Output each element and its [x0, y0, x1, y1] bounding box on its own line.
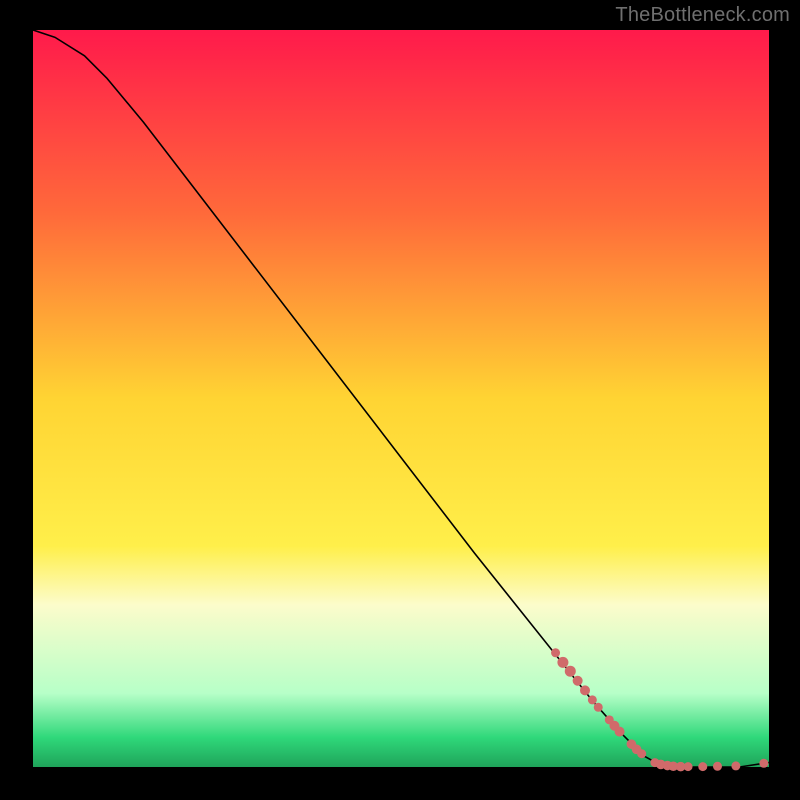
- watermark-text: TheBottleneck.com: [615, 4, 790, 27]
- gradient-plot-area: [33, 30, 769, 767]
- highlight-dot: [557, 657, 568, 668]
- highlight-dot: [580, 685, 590, 695]
- highlight-dot: [759, 759, 768, 768]
- highlight-dot: [637, 749, 646, 758]
- highlight-dot: [573, 676, 583, 686]
- highlight-dot: [594, 703, 603, 712]
- highlight-dot: [731, 761, 740, 770]
- chart-container: TheBottleneck.com: [0, 0, 800, 800]
- highlight-dot: [615, 727, 625, 737]
- highlight-dot: [713, 762, 722, 771]
- highlight-dot: [588, 695, 597, 704]
- highlight-dot: [565, 666, 576, 677]
- highlight-dot: [551, 648, 560, 657]
- highlight-dot: [684, 762, 693, 771]
- highlight-dot: [698, 762, 707, 771]
- chart-svg: [0, 0, 800, 800]
